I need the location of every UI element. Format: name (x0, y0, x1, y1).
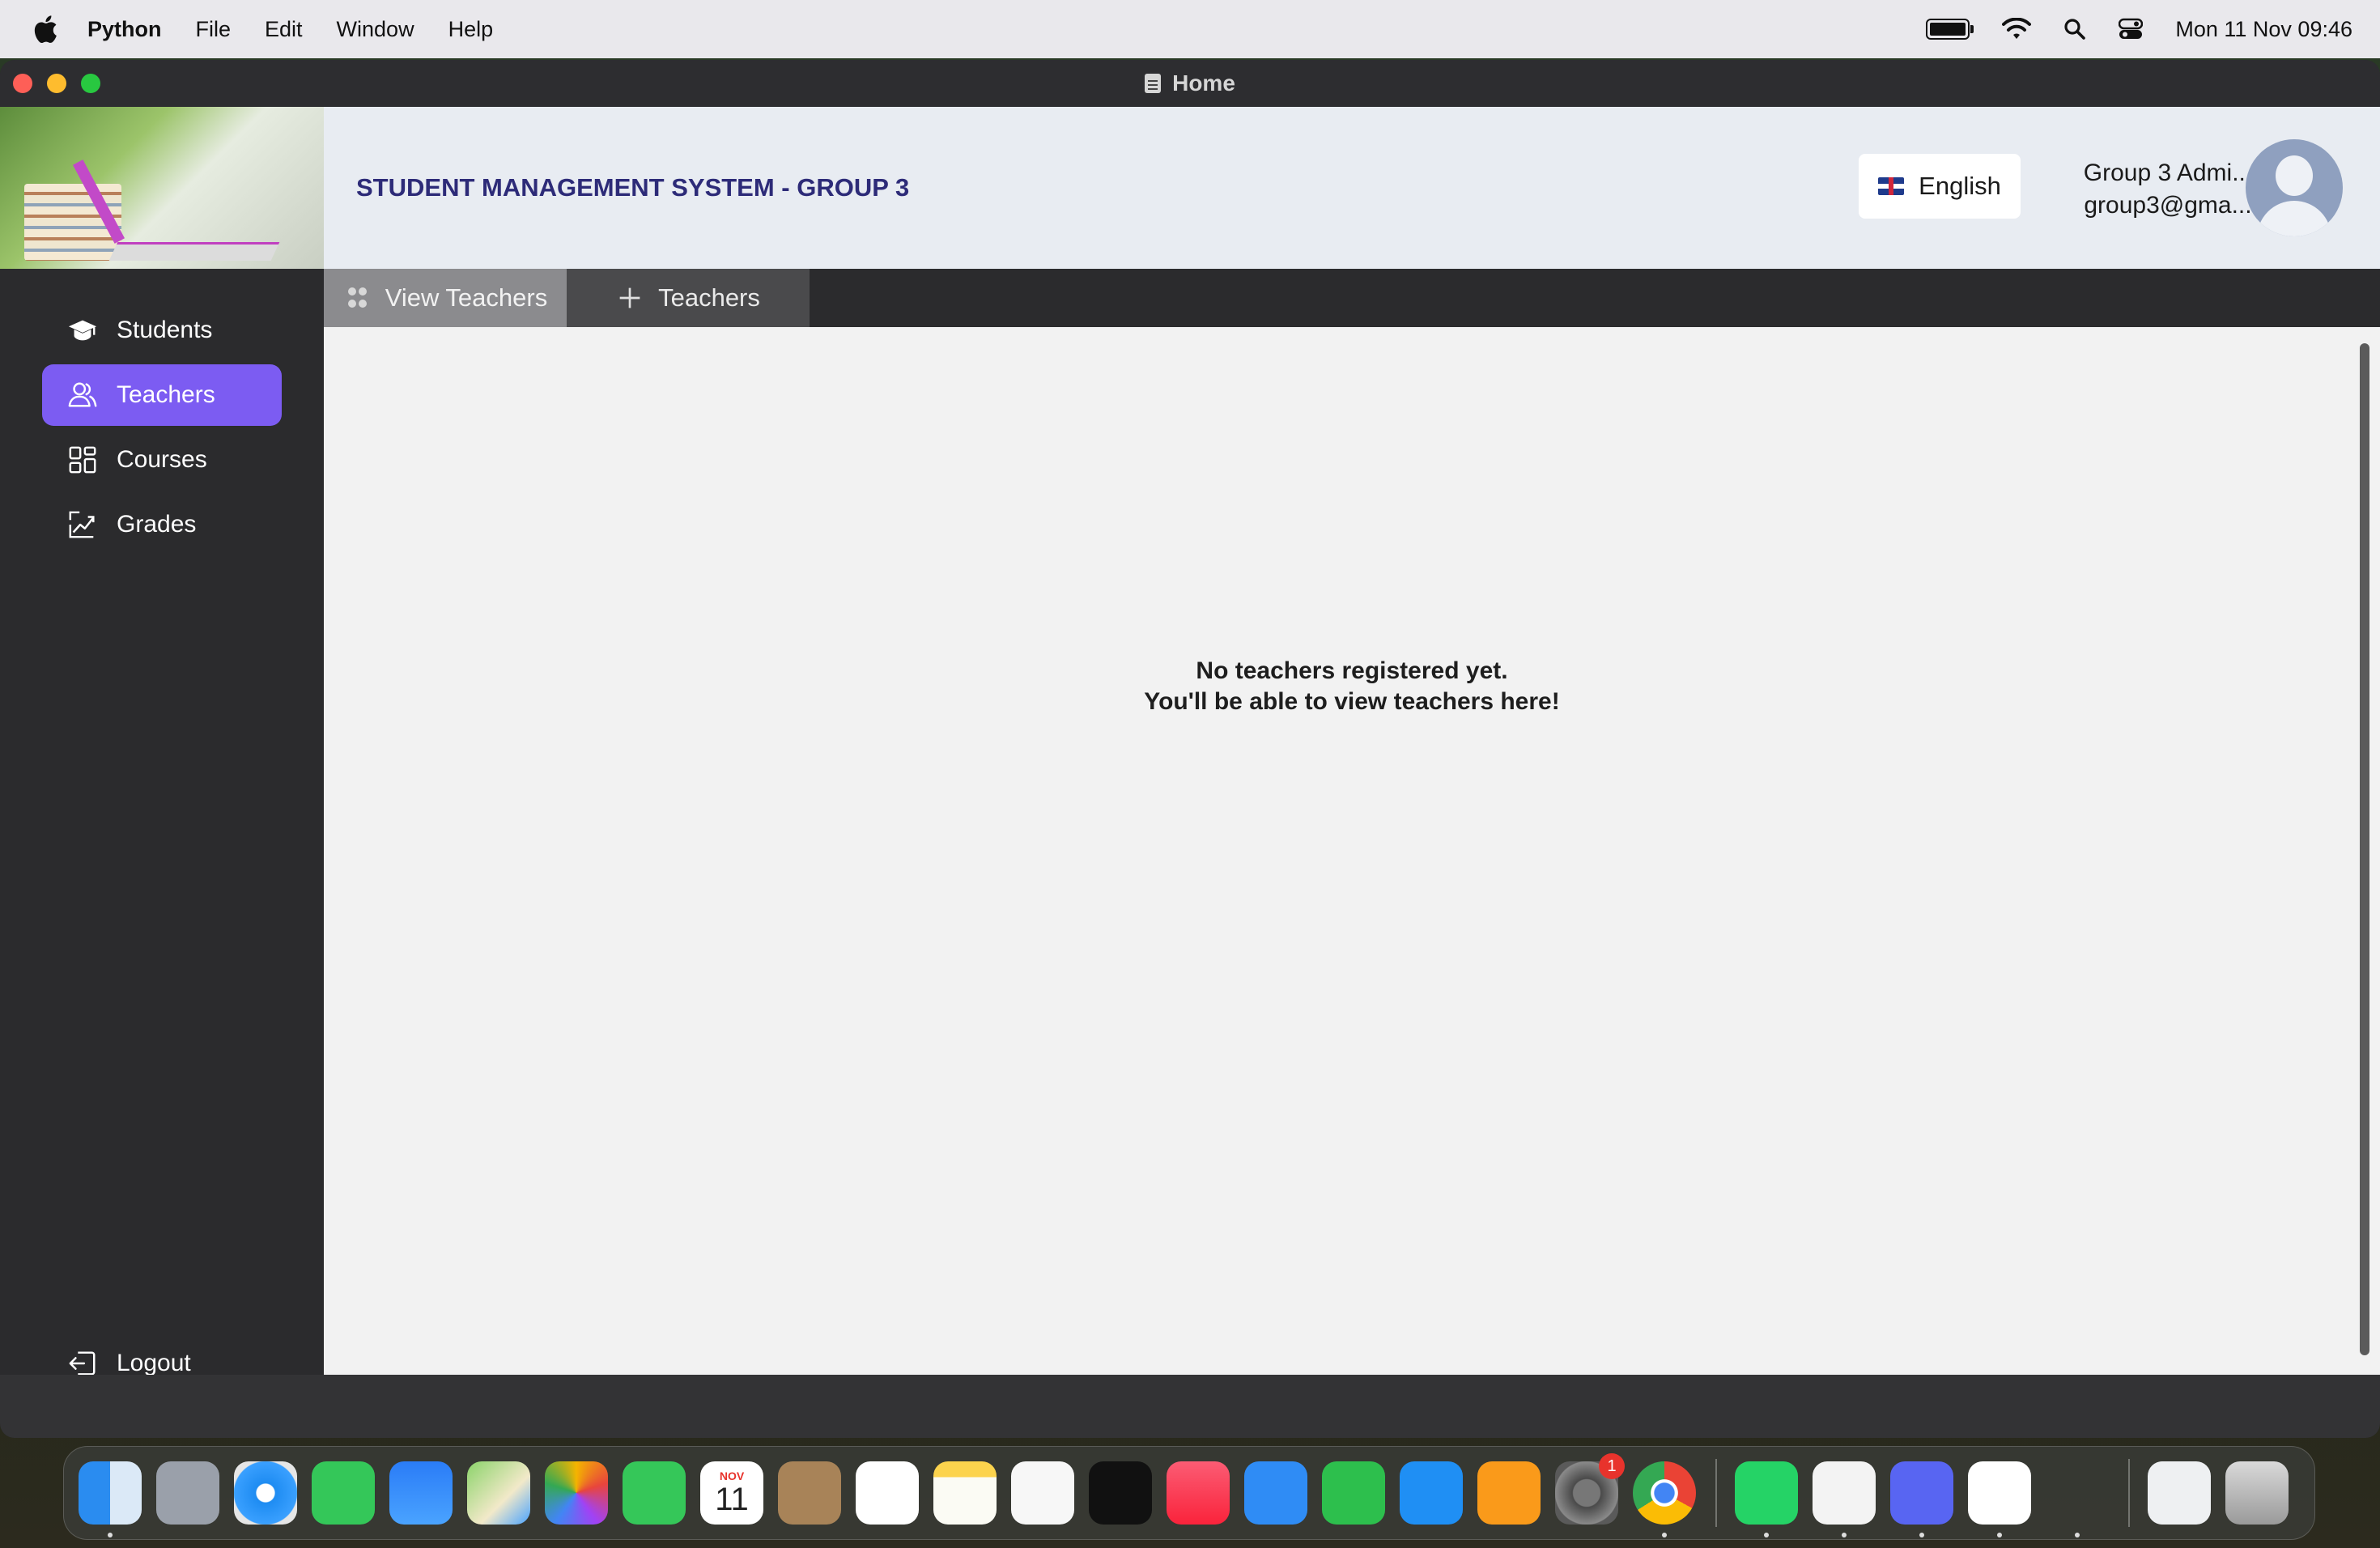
close-window-button[interactable] (13, 74, 32, 93)
app-window: Home Students Teachers Courses Grades Lo… (0, 60, 2380, 1438)
powerpoint-icon[interactable] (1968, 1461, 2031, 1537)
launchpad-icon[interactable] (156, 1461, 219, 1525)
notification-badge: 1 (1599, 1453, 1625, 1479)
content-scrollbar[interactable] (2360, 343, 2369, 1355)
avatar-body-shape (2257, 201, 2331, 236)
app-store-icon[interactable] (1400, 1461, 1463, 1525)
menu-help[interactable]: Help (448, 17, 494, 42)
vscode-icon[interactable] (1813, 1461, 1876, 1537)
facetime-icon[interactable] (623, 1461, 686, 1525)
graduation-cap-icon (66, 314, 99, 347)
sidebar-item-students[interactable]: Students (42, 300, 282, 361)
plus-icon (616, 284, 644, 312)
user-avatar[interactable] (2246, 139, 2343, 236)
calendar-day: 11 (715, 1482, 749, 1517)
mail-icon[interactable] (389, 1461, 453, 1525)
dock-separator (1715, 1459, 1717, 1527)
tab-add-teachers[interactable]: Teachers (567, 269, 810, 327)
maps-icon[interactable] (467, 1461, 530, 1525)
freeform-icon[interactable] (1011, 1461, 1074, 1525)
dock: NOV 11 1 (63, 1446, 2315, 1540)
laptop-graphic (108, 242, 280, 261)
whatsapp-icon[interactable] (1735, 1461, 1798, 1537)
sidebar: Students Teachers Courses Grades Logout (0, 107, 324, 1376)
system-settings-icon[interactable]: 1 (1555, 1453, 1625, 1525)
pages-icon[interactable] (1477, 1461, 1541, 1525)
sidebar-item-label: Students (117, 317, 213, 343)
discord-icon[interactable] (1890, 1461, 1953, 1537)
window-controls (13, 74, 100, 93)
dock-separator (2128, 1459, 2130, 1527)
document-file-icon[interactable] (2148, 1461, 2211, 1525)
maximize-window-button[interactable] (81, 74, 100, 93)
safari-icon[interactable] (234, 1461, 297, 1525)
tab-bar: View Teachers Teachers (324, 269, 2380, 327)
sidebar-item-teachers[interactable]: Teachers (42, 364, 282, 426)
messages-icon[interactable] (312, 1461, 375, 1525)
menu-edit[interactable]: Edit (265, 17, 303, 42)
grid-icon (66, 444, 99, 476)
sidebar-item-label: Courses (117, 446, 207, 473)
reminders-icon[interactable] (856, 1461, 919, 1525)
empty-state-message: No teachers registered yet. You'll be ab… (324, 656, 2380, 717)
menu-file[interactable]: File (196, 17, 232, 42)
people-icon (343, 284, 371, 312)
menu-window[interactable]: Window (337, 17, 414, 42)
calendar-month: NOV (719, 1469, 745, 1482)
music-icon[interactable] (1167, 1461, 1230, 1525)
chart-icon (66, 508, 99, 541)
window-titlebar[interactable]: Home (0, 60, 2380, 107)
apple-icon[interactable] (31, 13, 58, 45)
language-label: English (1919, 172, 2001, 200)
numbers-icon[interactable] (1322, 1461, 1385, 1525)
spotlight-search-icon[interactable] (2063, 18, 2086, 40)
page-title: STUDENT MANAGEMENT SYSTEM - GROUP 3 (356, 173, 910, 202)
menu-app-name[interactable]: Python (87, 17, 162, 42)
notes-icon[interactable] (933, 1461, 997, 1525)
people-icon (66, 379, 99, 411)
document-icon (1145, 74, 1162, 93)
photos-icon[interactable] (545, 1461, 608, 1525)
tab-view-teachers[interactable]: View Teachers (324, 269, 567, 327)
empty-state-line-1: No teachers registered yet. (1196, 657, 1508, 684)
calendar-icon[interactable]: NOV 11 (700, 1461, 763, 1525)
battery-icon[interactable] (1926, 19, 1974, 40)
sidebar-item-courses[interactable]: Courses (42, 429, 282, 491)
sidebar-nav: Students Teachers Courses Grades (42, 300, 282, 559)
app-header: STUDENT MANAGEMENT SYSTEM - GROUP 3 Engl… (324, 107, 2380, 269)
keynote-icon[interactable] (1244, 1461, 1307, 1525)
window-footer (0, 1375, 2380, 1438)
minimize-window-button[interactable] (47, 74, 66, 93)
logout-label: Logout (117, 1350, 191, 1376)
finder-icon[interactable] (79, 1461, 142, 1537)
menubar-clock[interactable]: Mon 11 Nov 09:46 (2175, 17, 2352, 42)
language-selector-button[interactable]: English (1859, 154, 2021, 219)
chrome-icon[interactable] (1633, 1461, 1696, 1537)
contacts-icon[interactable] (778, 1461, 841, 1525)
menu-bar: Python File Edit Window Help Mon 11 Nov … (0, 0, 2380, 58)
python-launcher-icon[interactable] (2046, 1461, 2109, 1537)
avatar-head-shape (2276, 155, 2313, 196)
tab-label: View Teachers (385, 283, 548, 312)
tab-label: Teachers (658, 283, 760, 312)
sidebar-item-label: Grades (117, 511, 197, 538)
window-title: Home (1172, 70, 1235, 96)
control-center-icon[interactable] (2119, 17, 2144, 41)
sidebar-item-label: Teachers (117, 381, 215, 408)
apple-tv-icon[interactable] (1089, 1461, 1152, 1525)
empty-state-line-2: You'll be able to view teachers here! (1144, 688, 1560, 715)
sidebar-item-grades[interactable]: Grades (42, 494, 282, 555)
uk-flag-icon (1878, 177, 1905, 195)
app-logo-image (0, 107, 324, 269)
trash-icon[interactable] (2225, 1461, 2289, 1525)
wifi-icon[interactable] (2002, 18, 2032, 40)
main-content: No teachers registered yet. You'll be ab… (324, 327, 2380, 1375)
